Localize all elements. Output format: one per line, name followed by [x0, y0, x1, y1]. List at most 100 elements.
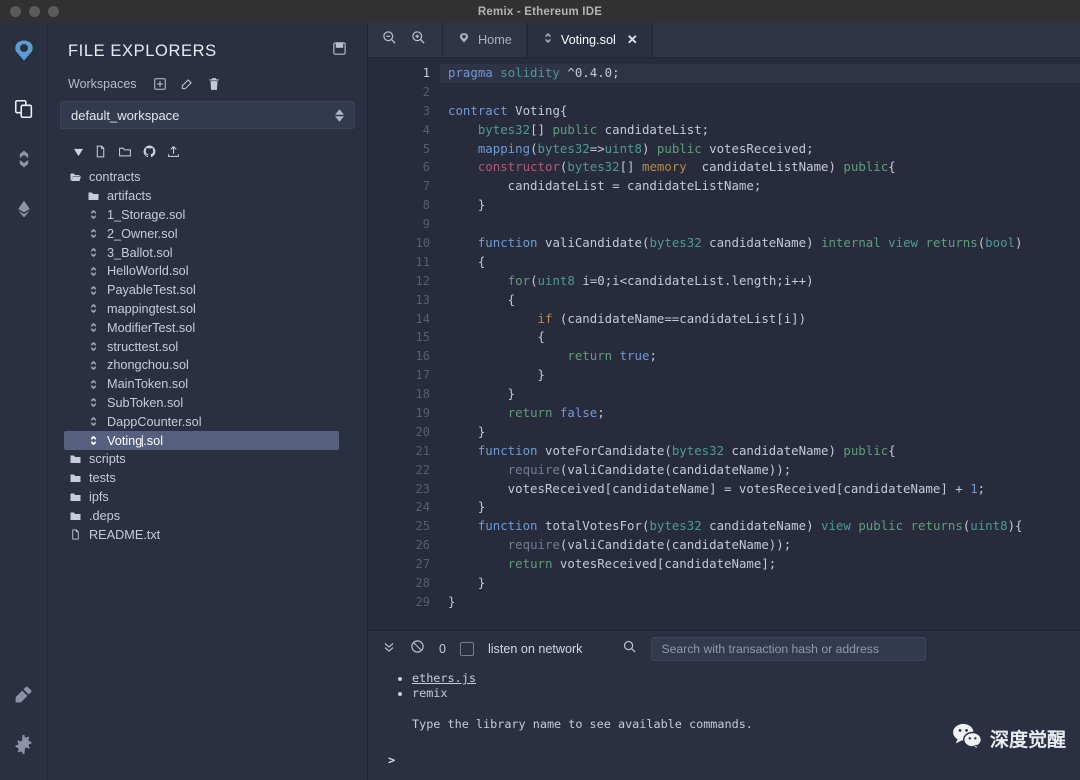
- file-tree-item-label: DappCounter.sol: [107, 414, 202, 429]
- tab-home[interactable]: Home: [442, 23, 527, 57]
- code-content[interactable]: pragma solidity ^0.4.0; contract Voting{…: [440, 64, 1080, 612]
- file-tree-item-helloworld-sol[interactable]: HelloWorld.sol: [64, 262, 367, 281]
- solidity-compiler-icon[interactable]: [2, 137, 46, 181]
- code-line[interactable]: }: [440, 574, 1080, 593]
- file-tree-item-label: scripts: [89, 452, 126, 467]
- file-icon: [68, 528, 82, 541]
- tab-voting-sol[interactable]: Voting.sol ✕: [526, 23, 653, 57]
- code-line[interactable]: contract Voting{: [440, 102, 1080, 121]
- file-tree-item-1-storage-sol[interactable]: 1_Storage.sol: [64, 206, 367, 225]
- upload-file-icon[interactable]: [167, 145, 180, 161]
- code-line[interactable]: require(valiCandidate(candidateName));: [440, 536, 1080, 555]
- file-tree-item-subtoken-sol[interactable]: SubToken.sol: [64, 394, 367, 413]
- file-tree-item-artifacts[interactable]: artifacts: [64, 187, 367, 206]
- code-line[interactable]: pragma solidity ^0.4.0;: [440, 64, 1080, 83]
- chevron-updown-icon[interactable]: [335, 108, 344, 122]
- file-tree-item-2-owner-sol[interactable]: 2_Owner.sol: [64, 224, 367, 243]
- code-line[interactable]: }: [440, 498, 1080, 517]
- code-line[interactable]: }: [440, 385, 1080, 404]
- code-line[interactable]: [440, 83, 1080, 102]
- code-line[interactable]: }: [440, 366, 1080, 385]
- github-icon[interactable]: [143, 145, 156, 161]
- line-number: 2: [422, 84, 430, 99]
- code-line[interactable]: mapping(bytes32=>uint8) public votesRece…: [440, 140, 1080, 159]
- line-number: 28: [415, 576, 430, 591]
- code-area[interactable]: pragma solidity ^0.4.0; contract Voting{…: [440, 58, 1080, 630]
- code-line[interactable]: }: [440, 423, 1080, 442]
- zoom-out-icon[interactable]: [382, 30, 397, 50]
- file-tree-item-contracts[interactable]: contracts: [64, 168, 367, 187]
- rename-workspace-icon[interactable]: [180, 77, 194, 91]
- code-line[interactable]: return votesReceived[candidateName];: [440, 555, 1080, 574]
- file-tree-item-tests[interactable]: tests: [64, 469, 367, 488]
- solidity-icon: [86, 302, 100, 315]
- ban-icon[interactable]: [410, 639, 425, 659]
- terminal-panel: 0 listen on network Search with transact…: [368, 630, 1080, 780]
- file-tree-item-voting-sol[interactable]: Voting.sol: [64, 431, 339, 450]
- code-line[interactable]: {: [440, 328, 1080, 347]
- file-tree-item-zhongchou-sol[interactable]: zhongchou.sol: [64, 356, 367, 375]
- code-line[interactable]: constructor(bytes32[] memory candidateLi…: [440, 158, 1080, 177]
- double-chevron-down-icon[interactable]: [382, 640, 396, 659]
- code-line[interactable]: [440, 215, 1080, 234]
- collapse-all-icon[interactable]: [74, 146, 83, 160]
- file-tree-item-structtest-sol[interactable]: structtest.sol: [64, 337, 367, 356]
- file-tree-item-maintoken-sol[interactable]: MainToken.sol: [64, 375, 367, 394]
- file-tree-item-ipfs[interactable]: ipfs: [64, 488, 367, 507]
- plugin-manager-icon[interactable]: [2, 672, 46, 716]
- file-explorers-icon[interactable]: [2, 87, 46, 131]
- code-line[interactable]: function voteForCandidate(bytes32 candid…: [440, 442, 1080, 461]
- code-line[interactable]: function totalVotesFor(bytes32 candidate…: [440, 517, 1080, 536]
- editor-zoom-controls: [368, 23, 442, 57]
- file-tree-item-readme-txt[interactable]: README.txt: [64, 525, 367, 544]
- file-tree-item-3-ballot-sol[interactable]: 3_Ballot.sol: [64, 243, 367, 262]
- code-line[interactable]: {: [440, 291, 1080, 310]
- save-icon[interactable]: [332, 41, 347, 61]
- create-workspace-icon[interactable]: [153, 77, 167, 91]
- listen-on-network-checkbox[interactable]: [459, 642, 474, 656]
- code-line[interactable]: return false;: [440, 404, 1080, 423]
- code-line[interactable]: function valiCandidate(bytes32 candidate…: [440, 234, 1080, 253]
- code-line[interactable]: require(valiCandidate(candidateName));: [440, 461, 1080, 480]
- line-number: 24: [415, 500, 430, 515]
- file-tree-item-scripts[interactable]: scripts: [64, 450, 367, 469]
- deploy-run-icon[interactable]: [2, 187, 46, 231]
- terminal-prompt[interactable]: >: [388, 753, 1080, 767]
- file-tree-item-mappingtest-sol[interactable]: mappingtest.sol: [64, 300, 367, 319]
- code-line[interactable]: {: [440, 253, 1080, 272]
- library-link-remix[interactable]: remix: [412, 686, 448, 700]
- file-tree-item-dappcounter-sol[interactable]: DappCounter.sol: [64, 412, 367, 431]
- new-folder-icon[interactable]: [118, 145, 132, 161]
- code-line[interactable]: }: [440, 593, 1080, 612]
- code-line[interactable]: }: [440, 196, 1080, 215]
- file-tree-item-payabletest-sol[interactable]: PayableTest.sol: [64, 281, 367, 300]
- library-link-ethers[interactable]: ethers.js: [412, 671, 476, 685]
- folder-open-icon: [68, 171, 82, 183]
- settings-icon[interactable]: [2, 722, 46, 766]
- editor-tab-bar: Home Voting.sol ✕: [368, 23, 1080, 58]
- close-icon[interactable]: ✕: [627, 32, 638, 48]
- file-tree: contracts artifacts 1_Storage.sol 2_Owner.s…: [48, 145, 367, 544]
- search-icon[interactable]: [622, 639, 637, 659]
- file-tree-item-modifiertest-sol[interactable]: ModifierTest.sol: [64, 318, 367, 337]
- file-tree-item-label: mappingtest.sol: [107, 301, 196, 316]
- file-tree-item--deps[interactable]: .deps: [64, 506, 367, 525]
- new-file-icon[interactable]: [94, 145, 107, 161]
- file-tree-item-label: tests: [89, 471, 116, 486]
- list-item[interactable]: remix: [412, 686, 1080, 701]
- solidity-icon: [86, 227, 100, 240]
- list-item[interactable]: ethers.js: [412, 671, 1080, 686]
- code-line[interactable]: votesReceived[candidateName] = votesRece…: [440, 480, 1080, 499]
- code-line[interactable]: return true;: [440, 347, 1080, 366]
- code-line[interactable]: candidateList = candidateListName;: [440, 177, 1080, 196]
- delete-workspace-icon[interactable]: [207, 77, 221, 91]
- code-line[interactable]: for(uint8 i=0;i<candidateList.length;i++…: [440, 272, 1080, 291]
- remix-logo-icon[interactable]: [2, 31, 46, 75]
- workspace-select[interactable]: default_workspace: [60, 101, 355, 129]
- code-line[interactable]: bytes32[] public candidateList;: [440, 121, 1080, 140]
- line-number: 14: [415, 311, 430, 326]
- transaction-search-input[interactable]: Search with transaction hash or address: [651, 637, 927, 661]
- code-editor[interactable]: 1 2 3 4 5 6 7 8 9 10 11 12 13 14 15 16 17 18 19 20 21 22 23 24 2…: [368, 58, 1080, 630]
- zoom-in-icon[interactable]: [411, 30, 426, 50]
- code-line[interactable]: if (candidateName==candidateList[i]): [440, 310, 1080, 329]
